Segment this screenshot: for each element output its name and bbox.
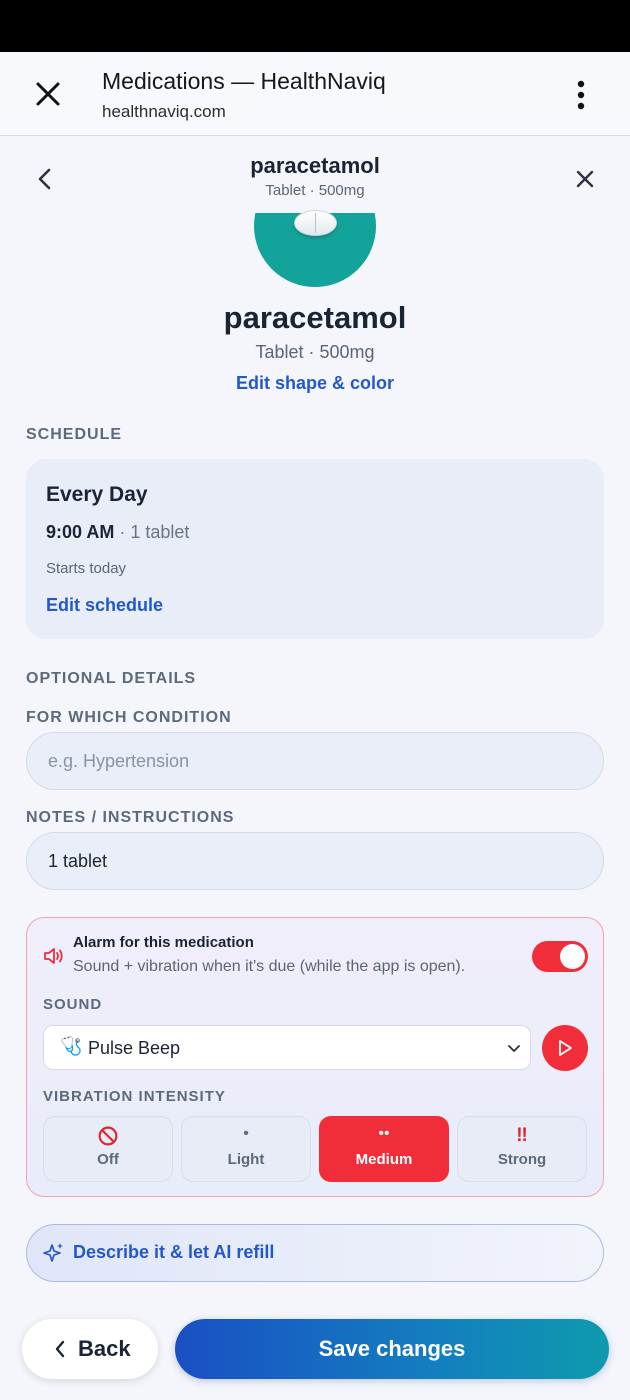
- dot-icon: •: [243, 1125, 249, 1142]
- vibration-light-label: Light: [227, 1151, 265, 1168]
- vibration-medium-label: Medium: [355, 1151, 413, 1168]
- header-subtitle: Tablet · 500mg: [265, 182, 365, 199]
- back-button[interactable]: Back: [22, 1319, 158, 1379]
- optional-details-label: OPTIONAL DETAILS: [26, 670, 197, 687]
- browser-title: Medications — HealthNaviq: [102, 68, 386, 94]
- more-options-icon[interactable]: [566, 78, 596, 112]
- schedule-time: 9:00 AM: [46, 522, 115, 542]
- browser-toolbar: Medications — HealthNaviq healthnaviq.co…: [0, 52, 630, 136]
- vibration-off-label: Off: [97, 1151, 119, 1168]
- header-title: paracetamol: [250, 153, 380, 178]
- play-icon: [559, 1040, 572, 1056]
- chevron-down-icon: [508, 1045, 520, 1052]
- medication-subtitle: Tablet · 500mg: [255, 342, 375, 362]
- ai-refill-label: Describe it & let AI refill: [73, 1242, 275, 1262]
- sparkle-icon: [43, 1243, 63, 1262]
- schedule-time-row: 9:00 AM · 1 tablet: [46, 522, 189, 543]
- notes-input[interactable]: [26, 832, 604, 890]
- schedule-card: Every Day 9:00 AM · 1 tablet Starts toda…: [26, 459, 604, 639]
- schedule-start: Starts today: [46, 560, 127, 577]
- save-label: Save changes: [318, 1336, 466, 1361]
- notes-label: NOTES / INSTRUCTIONS: [26, 809, 235, 826]
- alarm-toggle[interactable]: [532, 941, 588, 972]
- tablet-icon: [294, 210, 337, 236]
- status-bar: [0, 0, 630, 52]
- vibration-medium-button[interactable]: •• Medium: [319, 1116, 449, 1182]
- condition-label: FOR WHICH CONDITION: [26, 709, 232, 726]
- no-entry-icon: [98, 1126, 118, 1146]
- schedule-section-label: SCHEDULE: [26, 426, 123, 443]
- alarm-description: Sound + vibration when it's due (while t…: [73, 958, 466, 975]
- condition-input[interactable]: [26, 732, 604, 790]
- vibration-strong-button[interactable]: ‼ Strong: [457, 1116, 587, 1182]
- medication-editor: paracetamol Tablet · 500mg paracetamol T…: [0, 137, 630, 1400]
- vibration-label: VIBRATION INTENSITY: [43, 1088, 226, 1105]
- save-changes-button[interactable]: Save changes: [175, 1319, 609, 1379]
- double-exclamation-icon: ‼: [516, 1125, 528, 1146]
- alarm-card: Alarm for this medication Sound + vibrat…: [26, 917, 604, 1197]
- close-tab-icon[interactable]: [32, 78, 64, 110]
- back-label: Back: [78, 1336, 131, 1361]
- ai-refill-button[interactable]: Describe it & let AI refill: [26, 1224, 604, 1282]
- schedule-dose: · 1 tablet: [114, 522, 190, 542]
- stethoscope-icon: 🩺: [60, 1036, 83, 1056]
- toggle-knob: [560, 944, 585, 969]
- medication-name: paracetamol: [223, 300, 407, 335]
- double-dot-icon: ••: [378, 1125, 390, 1142]
- sound-select[interactable]: 🩺 Pulse Beep: [43, 1025, 531, 1070]
- sound-label: SOUND: [43, 996, 103, 1013]
- edit-shape-color-link[interactable]: Edit shape & color: [0, 373, 630, 394]
- close-icon[interactable]: [570, 164, 600, 194]
- edit-schedule-link[interactable]: Edit schedule: [46, 595, 163, 616]
- vibration-off-button[interactable]: Off: [43, 1116, 173, 1182]
- schedule-frequency: Every Day: [46, 483, 148, 506]
- sound-value: Pulse Beep: [88, 1038, 181, 1058]
- play-sound-button[interactable]: [542, 1025, 588, 1071]
- vibration-light-button[interactable]: • Light: [181, 1116, 311, 1182]
- alarm-title: Alarm for this medication: [73, 934, 254, 951]
- chevron-left-icon: [55, 1340, 65, 1358]
- browser-url[interactable]: healthnaviq.com: [102, 102, 226, 122]
- vibration-strong-label: Strong: [497, 1151, 547, 1168]
- speaker-icon: [44, 948, 63, 964]
